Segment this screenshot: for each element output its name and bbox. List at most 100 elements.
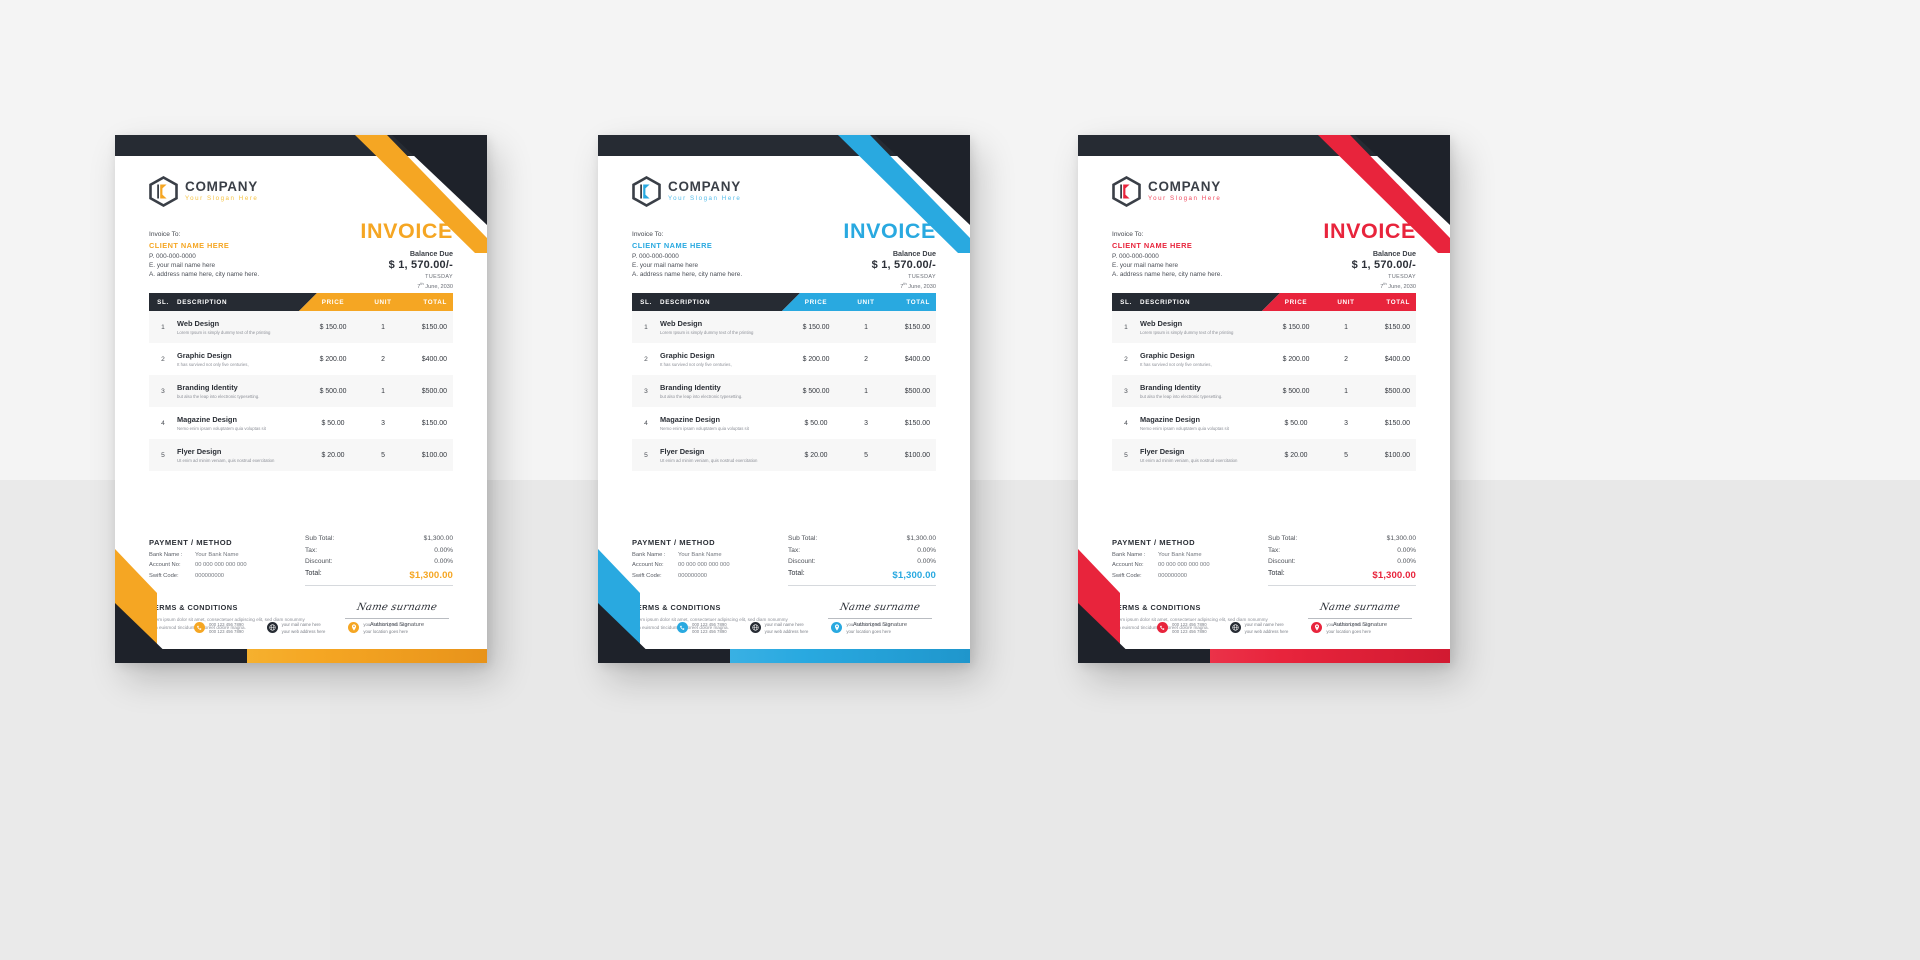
cell-total: $150.00: [421, 323, 447, 331]
cell-sl: 4: [161, 419, 165, 427]
total-key: Sub Total:: [305, 535, 335, 542]
signature-script: Name surname: [838, 602, 922, 613]
invoice-day: TUESDAY: [908, 273, 936, 280]
invoice-date: 7th June, 2030: [417, 280, 453, 290]
item-desc: but also the leap into electronic typese…: [1140, 394, 1223, 400]
footer-contact: your mail name here your web address here: [749, 621, 809, 635]
item-desc: Lorem Ipsum is simply dummy text of the …: [1140, 330, 1234, 336]
footer-text: your mail name here your web address here: [764, 621, 809, 634]
bottom-left-corner-decoration: [1078, 523, 1196, 663]
item-name: Graphic Design: [177, 350, 232, 360]
company-slogan: Your Slogan Here: [185, 195, 259, 203]
cell-sl: 4: [644, 419, 648, 427]
total-value: $1,300.00: [423, 535, 453, 542]
cell-description: Magazine Design Nemo enim ipsam voluptate…: [660, 415, 788, 432]
cell-description: Flyer Design Ut enim ad minim veniam, qui…: [1140, 447, 1268, 464]
table-row: 5 Flyer Design Ut enim ad minim veniam, qu…: [632, 439, 936, 471]
location-icon: [348, 622, 360, 634]
table-row: 3 Branding Identity but also the leap into…: [149, 375, 453, 407]
column-sl: SL.: [1120, 298, 1132, 306]
item-desc: Ut enim ad minim veniam, quis nostrud ex…: [177, 458, 275, 464]
total-value: 0.00%: [917, 546, 936, 554]
grand-total-value: $1,300.00: [409, 569, 453, 581]
invoice-sheet-blue[interactable]: COMPANY Your Slogan Here Invoice To: CLIENT…: [598, 135, 970, 663]
cell-price: $ 500.00: [319, 387, 347, 395]
cell-total: $100.00: [904, 451, 930, 459]
client-address: A. address name here, city name here.: [149, 271, 260, 279]
location-icon: [1311, 622, 1323, 634]
table-row: 4 Magazine Design Nemo enim ipsam voluptat…: [632, 407, 936, 439]
item-name: Flyer Design: [1140, 446, 1185, 456]
cell-total: $100.00: [421, 451, 447, 459]
invoice-head-block: INVOICE Balance Due $ 1, 570.00/- TUESDAY 7t…: [843, 220, 936, 289]
signature-script: Name surname: [355, 602, 439, 613]
cell-unit: 1: [381, 323, 385, 331]
cell-price: $ 500.00: [802, 387, 830, 395]
cell-price: $ 150.00: [319, 323, 347, 331]
column-total: TOTAL: [1386, 298, 1410, 306]
total-key: Tax:: [788, 546, 801, 554]
balance-due-amount: $ 1, 570.00/-: [871, 258, 936, 271]
cell-unit: 5: [1344, 451, 1348, 459]
cell-sl: 3: [644, 387, 648, 395]
invoice-sheet-yellow[interactable]: COMPANY Your Slogan Here Invoice To: CLIENT…: [115, 135, 487, 663]
invoice-to-label: Invoice To:: [632, 231, 664, 238]
total-value: 0.00%: [434, 558, 453, 565]
table-row: 1 Web Design Lorem Ipsum is simply dummy t…: [632, 311, 936, 343]
company-name: COMPANY: [1148, 179, 1221, 195]
signature-script: Name surname: [1318, 602, 1402, 613]
cell-unit: 1: [864, 387, 868, 395]
footer-text: your location goes here your location goe…: [1326, 621, 1372, 634]
table-row: 3 Branding Identity but also the leap into…: [632, 375, 936, 407]
cell-unit: 3: [1344, 419, 1348, 427]
cell-unit: 3: [864, 419, 868, 427]
totals-block: Sub Total: $1,300.00 Tax: 0.00% Discount: 0.0…: [1268, 535, 1416, 586]
invoice-sheet-red[interactable]: COMPANY Your Slogan Here Invoice To: CLIENT…: [1078, 135, 1450, 663]
item-desc: but also the leap into electronic typese…: [177, 394, 260, 400]
cell-description: Graphic Design It has survived not only f…: [177, 351, 305, 368]
column-price: PRICE: [804, 298, 828, 306]
cell-sl: 3: [161, 387, 165, 395]
cell-sl: 1: [161, 323, 165, 331]
cell-unit: 1: [864, 323, 868, 331]
grand-total-label: Total:: [305, 569, 322, 577]
total-value: 0.00%: [1397, 546, 1416, 554]
invoice-to-block: Invoice To: CLIENT NAME HERE P. 000-000-00…: [632, 230, 742, 279]
cell-description: Magazine Design Nemo enim ipsam voluptate…: [1140, 415, 1268, 432]
client-email: E. your mail name here: [149, 261, 216, 269]
invoice-mockup-stage: COMPANY Your Slogan Here Invoice To: CLIENT…: [0, 0, 1920, 960]
footer-contact: your location goes here your location goe…: [831, 621, 891, 635]
grand-total-value: $1,300.00: [892, 569, 936, 581]
globe-icon: [266, 622, 278, 634]
cell-price: $ 150.00: [1282, 323, 1310, 331]
cell-price: $ 20.00: [1284, 451, 1308, 459]
page-title: INVOICE: [360, 219, 453, 243]
item-name: Web Design: [660, 318, 703, 328]
client-phone: P. 000-000-0000: [149, 252, 196, 260]
item-name: Magazine Design: [1140, 414, 1200, 424]
cell-sl: 5: [161, 451, 165, 459]
items-table: SL. DESCRIPTION PRICE UNIT TOTAL 1 Web Design L…: [632, 293, 936, 471]
total-key: Tax:: [305, 546, 318, 554]
item-name: Branding Identity: [660, 382, 721, 392]
item-desc: It has survived not only five centuries,: [177, 362, 249, 368]
item-desc: Lorem Ipsum is simply dummy text of the …: [660, 330, 754, 336]
grand-total-value: $1,300.00: [1372, 569, 1416, 581]
item-desc: Nemo enim ipsam voluptatem quia voluptas…: [1140, 426, 1229, 432]
cell-price: $ 20.00: [321, 451, 345, 459]
cell-description: Flyer Design Ut enim ad minim veniam, qui…: [177, 447, 305, 464]
invoice-to-label: Invoice To:: [1112, 231, 1144, 238]
table-row: 1 Web Design Lorem Ipsum is simply dummy t…: [149, 311, 453, 343]
column-total: TOTAL: [423, 298, 447, 306]
cell-total: $400.00: [904, 355, 930, 363]
table-row: 3 Branding Identity but also the leap into…: [1112, 375, 1416, 407]
cell-total: $150.00: [904, 323, 930, 331]
cell-unit: 1: [1344, 387, 1348, 395]
bottom-bar: [598, 649, 970, 663]
table-row: 5 Flyer Design Ut enim ad minim veniam, qu…: [149, 439, 453, 471]
column-price: PRICE: [1284, 298, 1308, 306]
company-name: COMPANY: [185, 179, 258, 195]
totals-block: Sub Total: $1,300.00 Tax: 0.00% Discount: 0.0…: [788, 535, 936, 586]
location-icon: [831, 622, 843, 634]
company-logo: COMPANY Your Slogan Here: [632, 176, 741, 207]
